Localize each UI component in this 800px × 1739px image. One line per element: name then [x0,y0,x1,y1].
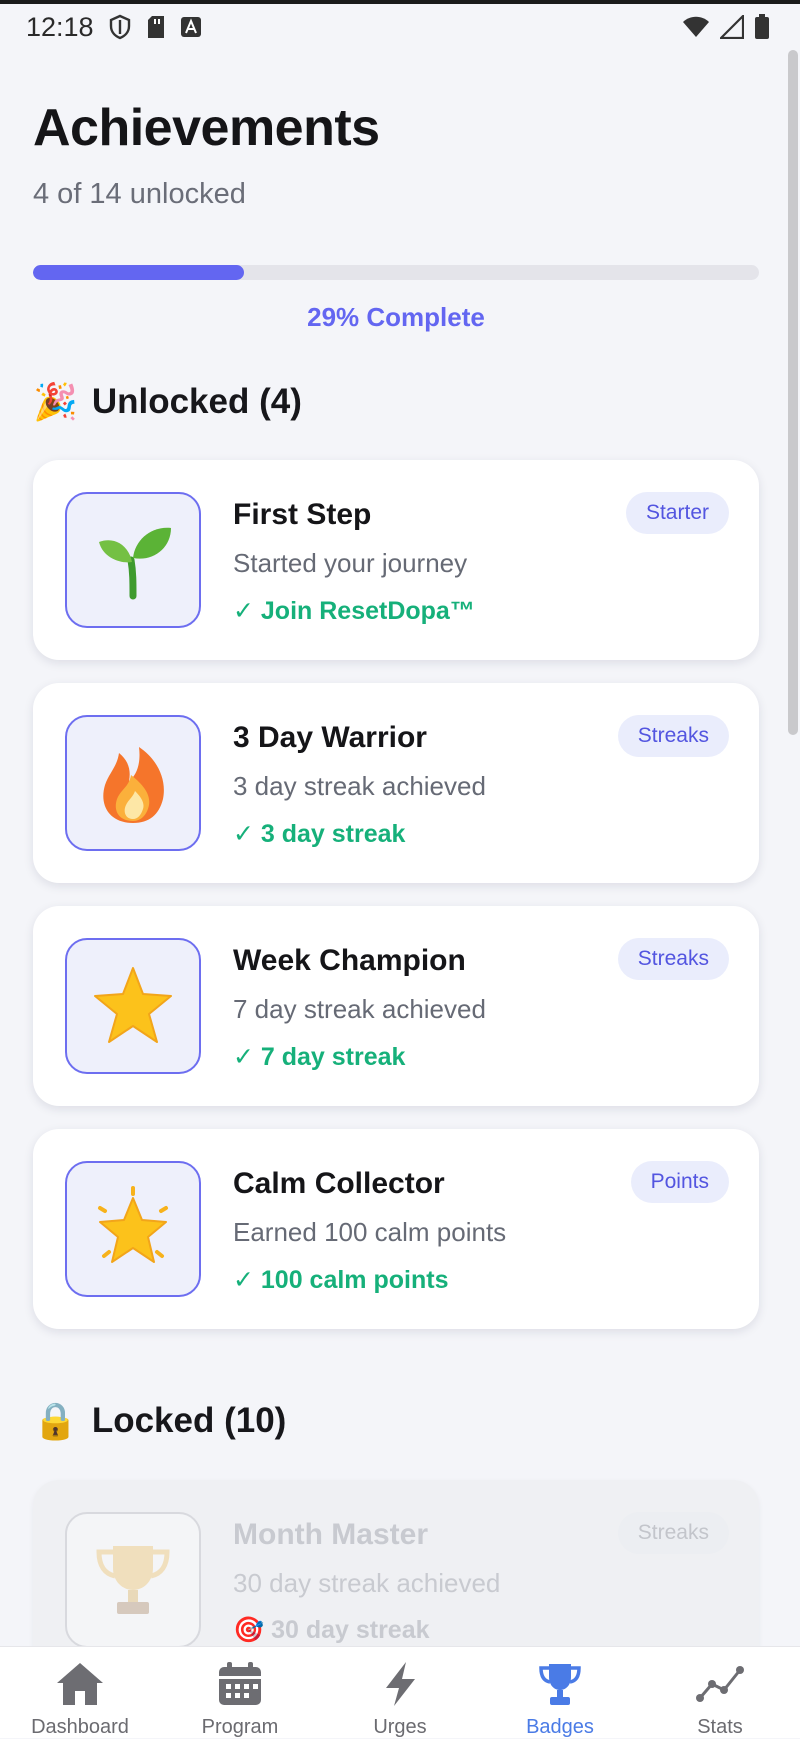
achievement-card-week-champion[interactable]: Week Champion 7 day streak achieved ✓ 7 … [33,906,759,1106]
achievement-requirement: 🎯 30 day streak [233,1616,430,1644]
progress-label: 29% Complete [307,302,485,332]
nav-label: Stats [697,1716,743,1738]
star-icon [94,967,172,1043]
achievement-requirement: ✓ 100 calm points [233,1266,449,1294]
home-icon [55,1661,105,1707]
achievement-description: 7 day streak achieved [233,994,486,1024]
category-badge: Points [630,1161,729,1203]
nav-item-badges[interactable]: Badges [480,1647,640,1738]
achievement-card-first-step[interactable]: First Step Started your journey ✓ Join R… [33,460,759,660]
progress-bar-fill [33,265,244,280]
unlocked-section-title: 🎉 Unlocked (4) [33,382,302,422]
achievement-description: Started your journey [233,548,468,578]
progress-bar [33,265,759,280]
achievement-icon-box [65,938,201,1074]
unlocked-count-subtitle: 4 of 14 unlocked [33,178,246,210]
locked-section-title: 🔒 Locked (10) [33,1401,286,1441]
status-bar: 12:18 [0,4,800,50]
achievement-title: Week Champion [233,944,466,977]
achievement-icon-box [65,1161,201,1297]
nav-item-dashboard[interactable]: Dashboard [0,1647,160,1738]
lightning-icon [375,1661,425,1707]
trend-line-icon [695,1661,745,1707]
achievement-requirement: ✓ 3 day streak [233,820,406,848]
achievement-description: 3 day streak achieved [233,771,486,801]
achievement-icon-box [65,715,201,851]
achievement-requirement: ✓ 7 day streak [233,1043,406,1071]
seedling-icon [99,527,171,600]
trophy-icon [96,1546,170,1614]
nav-item-stats[interactable]: Stats [640,1647,800,1738]
wifi-icon [682,16,710,38]
status-time: 12:18 [26,11,94,42]
glowing-star-icon [98,1186,168,1263]
cell-signal-icon [720,15,744,39]
nav-label: Badges [526,1716,594,1738]
bottom-navigation: Dashboard Program Urges Badges Stats [0,1646,800,1738]
achievement-title: First Step [233,498,372,531]
achievement-description: Earned 100 calm points [233,1217,507,1247]
achievement-title: Month Master [233,1518,428,1551]
category-badge: Starter [625,492,729,534]
nav-label: Dashboard [31,1716,129,1738]
sd-card-icon [146,15,166,39]
trophy-icon [535,1661,585,1707]
achievement-description: 30 day streak achieved [233,1568,501,1598]
page-title: Achievements [33,99,380,157]
achievement-title: Calm Collector [233,1167,445,1200]
battery-icon [754,14,770,40]
achievement-icon-box [65,492,201,628]
achievement-icon-box [65,1512,201,1648]
shield-icon [108,14,132,40]
locked-section-label: Locked (10) [91,1401,287,1440]
nav-label: Urges [373,1716,427,1738]
lock-icon: 🔒 [33,1400,78,1441]
nav-label: Program [201,1716,279,1738]
scrollbar-thumb[interactable] [788,50,798,735]
achievement-card-3-day-warrior[interactable]: 3 Day Warrior 3 day streak achieved ✓ 3 … [33,683,759,883]
achievement-title: 3 Day Warrior [233,721,427,754]
category-badge: Streaks [617,715,729,757]
keyboard-a-icon [180,16,202,38]
unlocked-section-label: Unlocked (4) [91,382,302,421]
category-badge: Streaks [617,1512,729,1554]
achievement-requirement: ✓ Join ResetDopa™ [233,597,475,625]
fire-icon [103,747,164,823]
achievement-card-calm-collector[interactable]: Calm Collector Earned 100 calm points ✓ … [33,1129,759,1329]
category-badge: Streaks [617,938,729,980]
calendar-icon [215,1661,265,1707]
party-popper-icon: 🎉 [33,381,78,422]
nav-item-urges[interactable]: Urges [320,1647,480,1738]
nav-item-program[interactable]: Program [160,1647,320,1738]
